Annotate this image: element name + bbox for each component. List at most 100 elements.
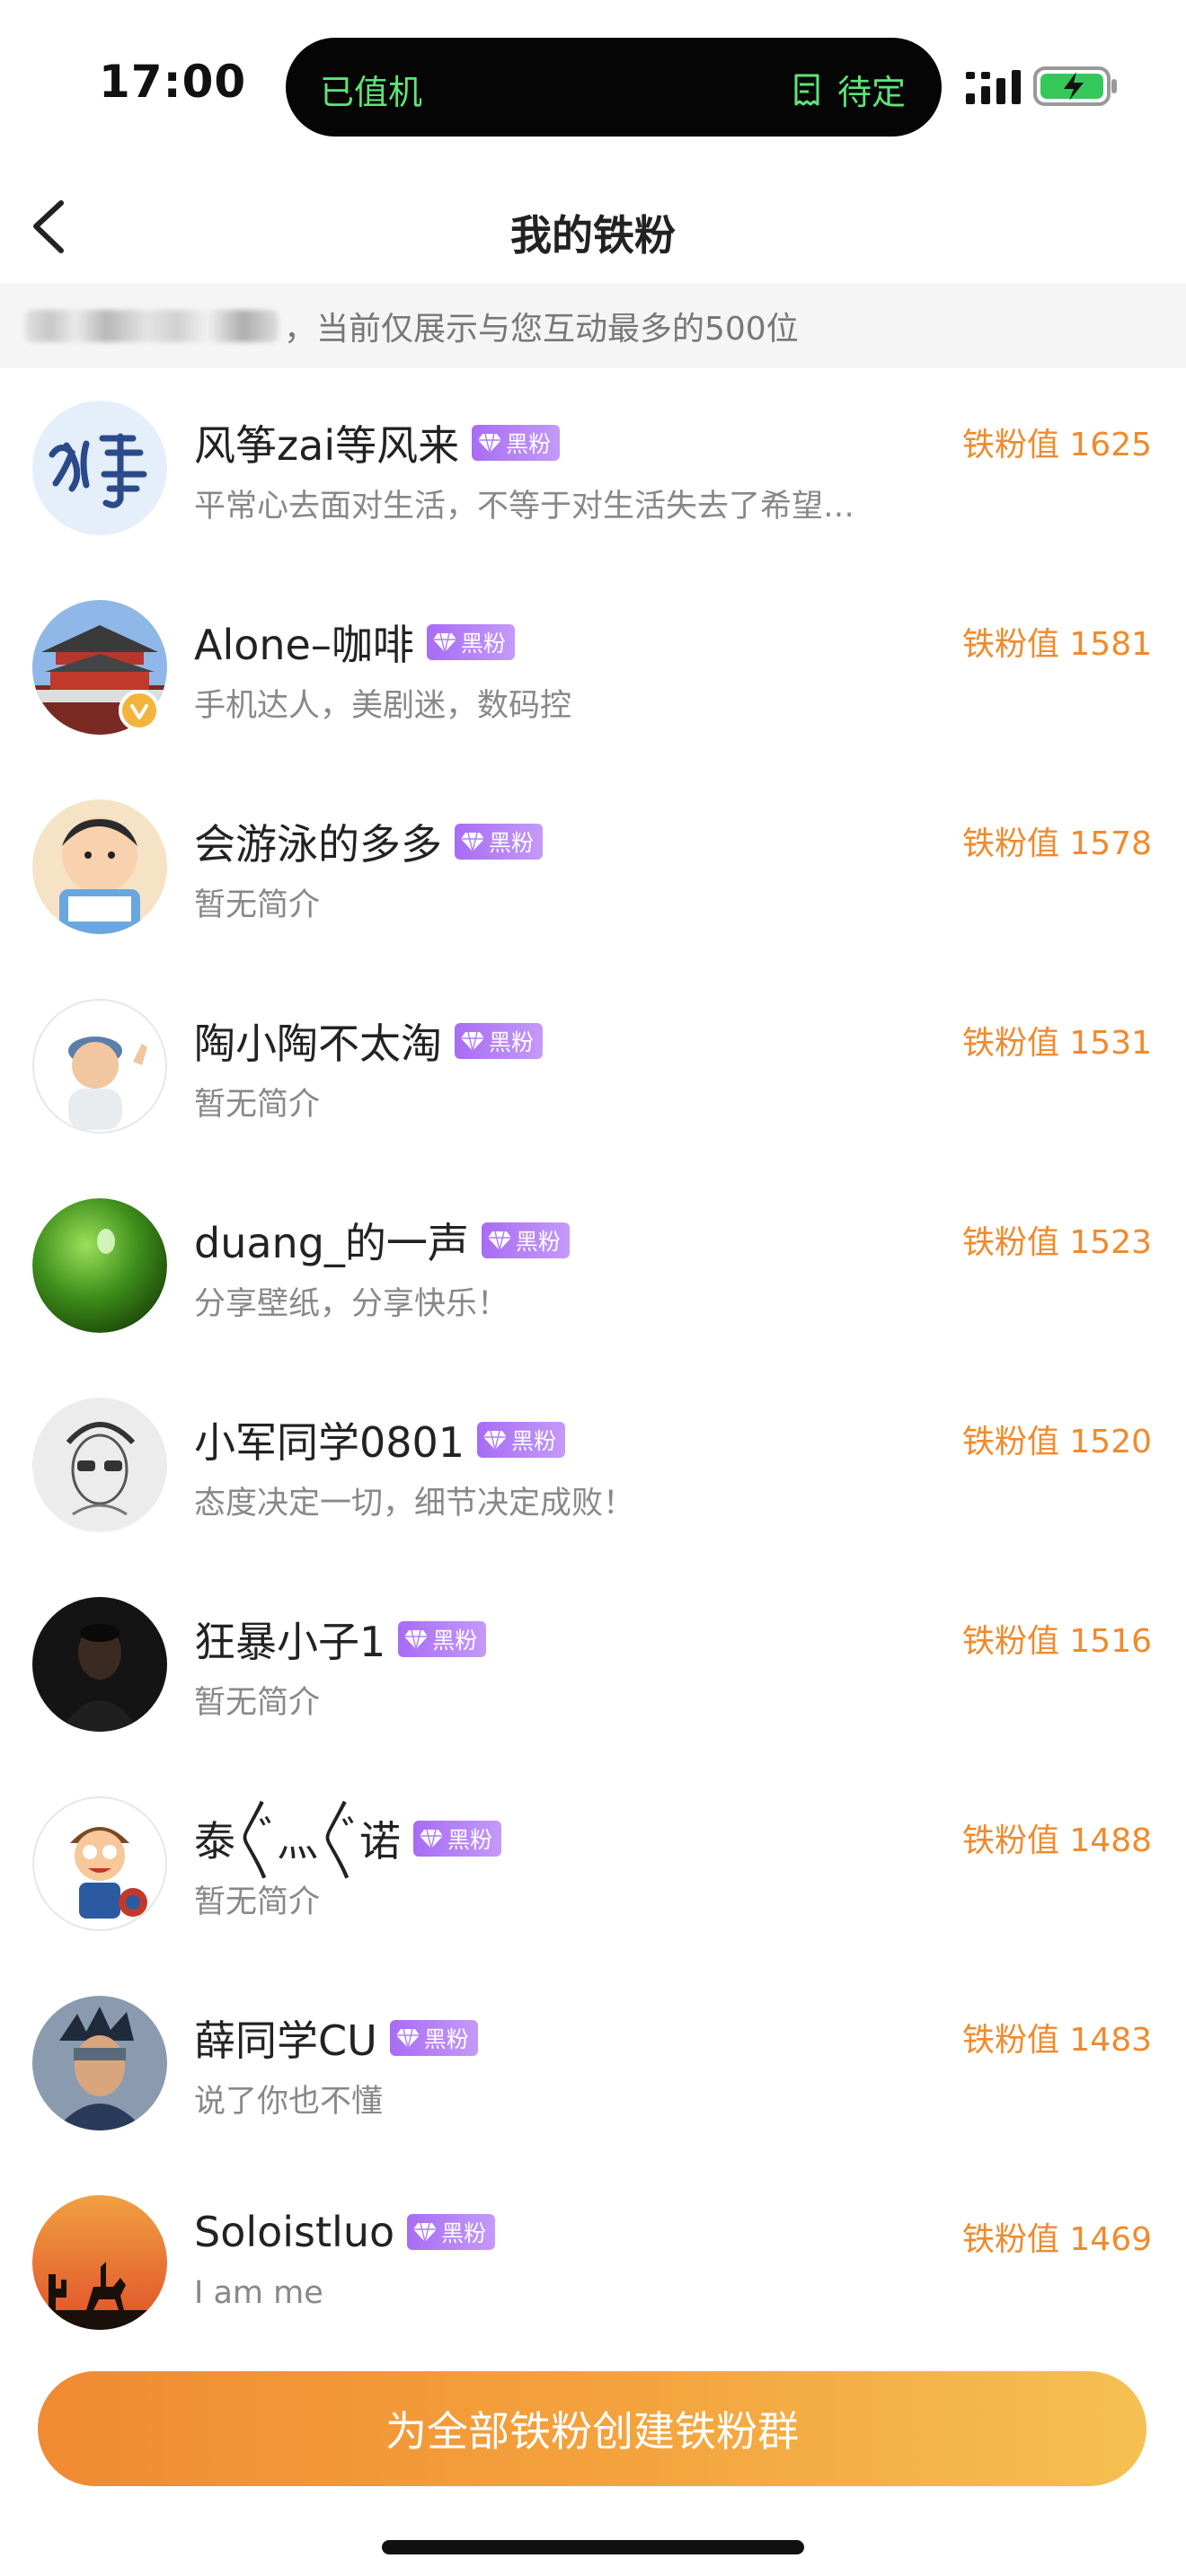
dynamic-island[interactable]: 已值机 待定 xyxy=(286,38,942,137)
fan-bio: 暂无简介 xyxy=(194,1087,321,1123)
sunset-rider-avatar[interactable] xyxy=(32,2195,167,2330)
fan-row[interactable]: 泰〲灬〲诺 黑粉 暂无简介 铁粉值 1488 xyxy=(0,1764,1186,1963)
fan-name-line: 小军同学0801 黑粉 xyxy=(194,1410,566,1469)
fan-name: 狂暴小子1 xyxy=(194,1618,386,1666)
bottom-action-area: 为全部铁粉创建铁粉群 xyxy=(0,2344,1186,2576)
fan-bio: 分享壁纸，分享快乐！ xyxy=(194,1286,509,1322)
fan-badge: 黑粉 xyxy=(472,425,561,461)
fan-bio: 暂无简介 xyxy=(194,1685,321,1721)
notice-text: ，当前仅展示与您互动最多的500位 xyxy=(284,310,799,348)
fan-row[interactable]: 薛同学CU 黑粉 说了你也不懂 铁粉值 1483 xyxy=(0,1963,1186,2163)
fan-bio: 说了你也不懂 xyxy=(194,2084,384,2120)
fan-name-line: 薛同学CU 黑粉 xyxy=(194,2008,478,2068)
fan-badge-label: 黑粉 xyxy=(506,431,552,457)
dark-photo-avatar[interactable] xyxy=(32,1597,167,1732)
fan-badge: 黑粉 xyxy=(398,1621,487,1657)
fan-badge-label: 黑粉 xyxy=(447,1827,493,1853)
status-bar: 17:00 已值机 待定 xyxy=(0,0,1186,171)
fan-name: 小军同学0801 xyxy=(194,1418,465,1467)
cartoon-boy-avatar[interactable] xyxy=(32,799,167,934)
fan-list: 风筝zai等风来 黑粉 平常心去面对生活，不等于对生活失去了希望… 铁粉值 16… xyxy=(0,368,1186,2362)
fan-name-line: Alone–咖啡 黑粉 xyxy=(194,613,515,672)
fan-name: 风筝zai等风来 xyxy=(194,421,460,470)
fan-badge: 黑粉 xyxy=(426,624,515,660)
boarding-pass-icon xyxy=(794,74,819,105)
verified-badge-icon xyxy=(119,690,160,731)
fan-row[interactable]: Soloistluo 黑粉 I am me 铁粉值 1469 xyxy=(0,2163,1186,2362)
fan-badge-label: 黑粉 xyxy=(515,1229,561,1255)
diamond-icon xyxy=(478,433,502,454)
fan-row[interactable]: 狂暴小子1 黑粉 暂无简介 铁粉值 1516 xyxy=(0,1565,1186,1764)
fan-name-line: 风筝zai等风来 黑粉 xyxy=(194,413,561,472)
diamond-icon xyxy=(395,2028,420,2049)
fan-bio: 暂无简介 xyxy=(194,1884,321,1920)
island-status-left: 已值机 xyxy=(320,73,423,112)
fan-score: 铁粉值 1469 xyxy=(961,2221,1152,2258)
notice-bar: ，当前仅展示与您互动最多的500位 xyxy=(0,283,1186,368)
fan-name-line: 陶小陶不太淘 黑粉 xyxy=(194,1011,544,1071)
diamond-icon xyxy=(483,1430,508,1451)
fan-badge-label: 黑粉 xyxy=(511,1428,557,1454)
fan-name: Alone–咖啡 xyxy=(194,621,414,669)
fan-score: 铁粉值 1625 xyxy=(961,427,1152,463)
nav-bar: 我的铁粉 xyxy=(0,171,1186,283)
fan-badge: 黑粉 xyxy=(477,1422,566,1458)
fan-name: 泰〲灬〲诺 xyxy=(194,1817,401,1866)
sketch-man-avatar[interactable] xyxy=(32,1398,167,1532)
fan-name-line: 泰〲灬〲诺 黑粉 xyxy=(194,1809,502,1868)
fan-badge: 黑粉 xyxy=(455,824,544,860)
fan-bio: 暂无简介 xyxy=(194,887,321,923)
anime-ninja-avatar[interactable] xyxy=(32,1996,167,2130)
fan-score: 铁粉值 1531 xyxy=(961,1025,1152,1062)
diamond-icon xyxy=(461,1031,484,1052)
cartoon-hero-avatar[interactable] xyxy=(32,1796,167,1931)
fan-bio: I am me xyxy=(194,2275,323,2311)
fan-name-line: Soloistluo 黑粉 xyxy=(194,2208,496,2256)
battery-charging-icon xyxy=(1033,66,1117,106)
fan-row[interactable]: 陶小陶不太淘 黑粉 暂无简介 铁粉值 1531 xyxy=(0,966,1186,1166)
fan-row[interactable]: 小军同学0801 黑粉 态度决定一切，细节决定成败！ 铁粉值 1520 xyxy=(0,1365,1186,1565)
fan-name: 会游泳的多多 xyxy=(194,820,442,869)
diamond-icon xyxy=(487,1231,511,1251)
calligraphy-avatar[interactable] xyxy=(32,401,167,535)
diamond-icon xyxy=(461,832,484,852)
green-sphere-avatar[interactable] xyxy=(32,1198,167,1333)
fan-row[interactable]: duang_的一声 黑粉 分享壁纸，分享快乐！ 铁粉值 1523 xyxy=(0,1166,1186,1365)
fan-score: 铁粉值 1523 xyxy=(961,1224,1152,1261)
island-status-right: 待定 xyxy=(789,65,906,114)
fan-score: 铁粉值 1483 xyxy=(961,2022,1152,2059)
fan-badge-label: 黑粉 xyxy=(489,1029,535,1055)
fan-score: 铁粉值 1516 xyxy=(961,1623,1152,1660)
status-time: 17:00 xyxy=(99,56,247,108)
memoji-avatar[interactable] xyxy=(32,999,167,1134)
fan-score: 铁粉值 1488 xyxy=(961,1822,1152,1859)
fan-badge: 黑粉 xyxy=(407,2214,496,2250)
diamond-icon xyxy=(432,632,456,653)
fan-score: 铁粉值 1581 xyxy=(961,626,1152,663)
fan-bio: 手机达人，美剧迷，数码控 xyxy=(194,688,572,724)
fan-name: Soloistluo xyxy=(194,2208,395,2256)
home-indicator[interactable] xyxy=(382,2540,804,2554)
blurred-count xyxy=(25,309,279,342)
fan-badge-label: 黑粉 xyxy=(432,1628,478,1654)
fan-badge-label: 黑粉 xyxy=(460,631,506,657)
fan-badge: 黑粉 xyxy=(455,1023,544,1059)
diamond-icon xyxy=(404,1629,429,1650)
fan-row[interactable]: 会游泳的多多 黑粉 暂无简介 铁粉值 1578 xyxy=(0,767,1186,966)
fan-row[interactable]: Alone–咖啡 黑粉 手机达人，美剧迷，数码控 铁粉值 1581 xyxy=(0,568,1186,767)
fan-badge-label: 黑粉 xyxy=(441,2220,487,2246)
fan-name: 薛同学CU xyxy=(194,2016,377,2065)
island-status-right-text: 待定 xyxy=(836,73,906,112)
create-fan-group-button[interactable]: 为全部铁粉创建铁粉群 xyxy=(38,2371,1146,2486)
fan-name-line: 会游泳的多多 黑粉 xyxy=(194,812,544,871)
fan-score: 铁粉值 1578 xyxy=(961,825,1152,862)
diamond-icon xyxy=(420,1829,443,1849)
fan-row[interactable]: 风筝zai等风来 黑粉 平常心去面对生活，不等于对生活失去了希望… 铁粉值 16… xyxy=(0,368,1186,568)
fan-name-line: duang_的一声 黑粉 xyxy=(194,1211,570,1270)
fan-badge-label: 黑粉 xyxy=(423,2026,469,2052)
fan-name-line: 狂暴小子1 黑粉 xyxy=(194,1610,487,1669)
fan-name: duang_的一声 xyxy=(194,1219,469,1267)
fan-badge: 黑粉 xyxy=(481,1222,570,1258)
page-title: 我的铁粉 xyxy=(510,211,676,260)
fan-bio: 平常心去面对生活，不等于对生活失去了希望… xyxy=(194,489,855,525)
